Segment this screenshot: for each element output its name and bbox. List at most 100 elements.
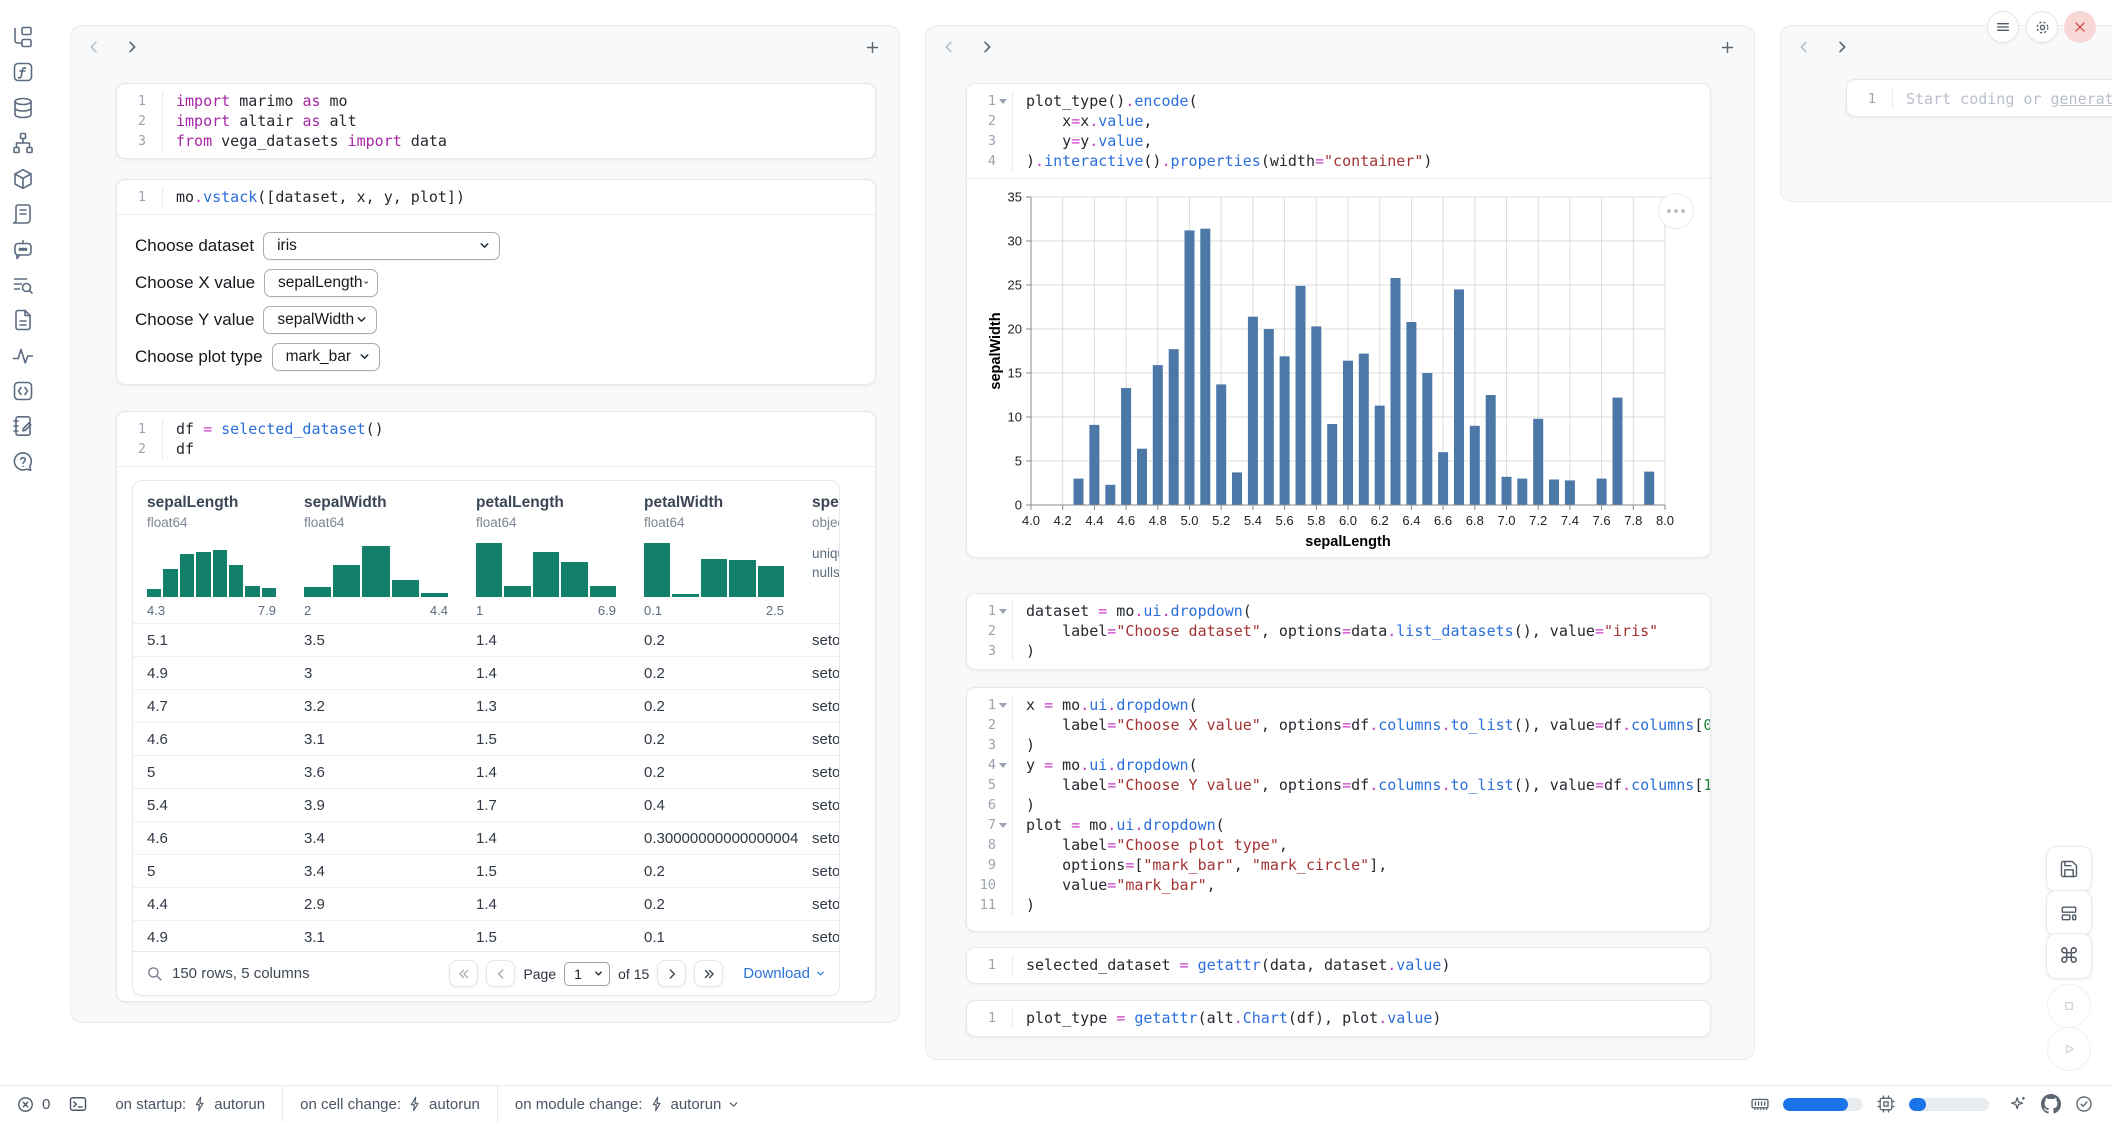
column-move-right-button[interactable]	[976, 36, 998, 58]
next-page-button[interactable]	[657, 960, 686, 987]
github-icon[interactable]	[2041, 1094, 2061, 1114]
add-cell-button[interactable]	[1716, 36, 1738, 58]
on-module-change-setting[interactable]: on module change: autorun	[498, 1086, 757, 1122]
fold-chevron-icon[interactable]	[996, 700, 1008, 710]
column-meta: unique:nulls:	[812, 544, 840, 582]
column-move-left-button[interactable]	[1793, 36, 1815, 58]
code-line: 10 value="mark_bar",	[967, 875, 1710, 895]
scratchpad-icon[interactable]	[10, 413, 36, 439]
datasources-icon[interactable]	[10, 95, 36, 121]
variables-search-icon[interactable]	[10, 272, 36, 298]
chevron-right-icon	[1834, 39, 1850, 55]
chart-actions-button[interactable]	[1658, 193, 1694, 229]
tracing-icon[interactable]	[10, 343, 36, 369]
table-column-header[interactable]: sepalWidthfloat6424.4	[290, 481, 462, 623]
table-column-header[interactable]: sepalLengthfloat644.37.9	[133, 481, 290, 623]
dropdown-label: Choose plot type	[135, 347, 263, 367]
svg-text:4.4: 4.4	[1085, 513, 1103, 528]
fold-chevron-icon[interactable]	[996, 760, 1008, 770]
code-editor[interactable]: 1x = mo.ui.dropdown(2 label="Choose X va…	[967, 688, 1710, 922]
on-module-change-label: on module change:	[515, 1096, 643, 1113]
ram-usage-meter[interactable]	[1783, 1098, 1863, 1111]
logs-icon[interactable]	[10, 201, 36, 227]
table-row[interactable]: 4.93.11.50.1setosa	[133, 920, 839, 953]
svg-text:4.6: 4.6	[1117, 513, 1135, 528]
new-cell-placeholder[interactable]: Start coding or generate with	[1893, 89, 2112, 109]
column-move-left-button[interactable]	[938, 36, 960, 58]
help-icon[interactable]	[10, 449, 36, 475]
altair-bar-chart[interactable]: 4.04.24.44.64.85.05.25.45.65.86.06.26.46…	[987, 189, 1710, 556]
fold-chevron-icon[interactable]	[996, 820, 1008, 830]
dropdown-select-choose-x-value[interactable]: sepalLength	[264, 269, 378, 297]
on-startup-label: on startup:	[115, 1096, 186, 1113]
svg-text:35: 35	[1008, 190, 1022, 205]
snippets-icon[interactable]	[10, 378, 36, 404]
table-row[interactable]: 4.931.40.2setosa	[133, 656, 839, 689]
marimo-app: 1import marimo as mo2import altair as al…	[0, 0, 2112, 1122]
documentation-icon[interactable]	[10, 307, 36, 333]
svg-text:4.0: 4.0	[1022, 513, 1040, 528]
last-page-button[interactable]	[694, 960, 723, 987]
on-cell-change-setting[interactable]: on cell change: autorun	[283, 1086, 497, 1122]
dropdown-select-choose-plot-type[interactable]: mark_bar	[272, 343, 380, 371]
dependency-graph-icon[interactable]	[10, 130, 36, 156]
code-editor[interactable]: 1df = selected_dataset()2df	[117, 412, 875, 466]
code-editor[interactable]: 1selected_dataset = getattr(data, datase…	[967, 948, 1710, 982]
code-editor[interactable]: 1plot_type().encode(2 x=x.value,3 y=y.va…	[967, 84, 1710, 178]
dropdown-select-choose-y-value[interactable]: sepalWidth	[263, 306, 377, 334]
first-page-button[interactable]	[449, 960, 478, 987]
column-move-right-button[interactable]	[1831, 36, 1853, 58]
table-cell: setosa	[798, 731, 840, 748]
cpu-usage-meter[interactable]	[1909, 1098, 1989, 1111]
shutdown-button[interactable]	[2064, 11, 2096, 43]
table-row[interactable]: 4.42.91.40.2setosa	[133, 887, 839, 920]
layout-toggle-button[interactable]	[2046, 890, 2092, 936]
command-palette-button[interactable]: ⌘	[2046, 933, 2092, 979]
column-move-right-button[interactable]	[121, 36, 143, 58]
download-button[interactable]: Download	[743, 965, 826, 982]
add-cell-button[interactable]	[861, 36, 883, 58]
run-all-button[interactable]	[2047, 1027, 2091, 1071]
dropdown-select-choose-dataset[interactable]: iris	[263, 232, 500, 260]
previous-page-button[interactable]	[486, 960, 515, 987]
table-row[interactable]: 5.43.91.70.4setosa	[133, 788, 839, 821]
command-icon: ⌘	[2059, 944, 2080, 969]
table-column-header[interactable]: petalWidthfloat640.12.5	[630, 481, 798, 623]
terminal-button[interactable]	[68, 1094, 98, 1114]
ai-sparkle-icon[interactable]	[2008, 1094, 2028, 1114]
chat-assistant-icon[interactable]	[10, 236, 36, 262]
table-row[interactable]: 4.73.21.30.2setosa	[133, 689, 839, 722]
settings-button[interactable]	[2026, 11, 2058, 43]
table-cell: 5	[133, 764, 290, 781]
stop-execution-button[interactable]	[2047, 984, 2091, 1028]
table-cell: setosa	[798, 863, 840, 880]
fold-chevron-icon[interactable]	[996, 96, 1008, 106]
code-editor[interactable]: 1dataset = mo.ui.dropdown(2 label="Choos…	[967, 594, 1710, 668]
save-notebook-button[interactable]	[2046, 846, 2092, 892]
line-number: 1	[967, 695, 1013, 715]
svg-text:7.8: 7.8	[1624, 513, 1642, 528]
code-editor[interactable]: 1plot_type = getattr(alt.Chart(df), plot…	[967, 1001, 1710, 1035]
table-row[interactable]: 5.13.51.40.2setosa	[133, 623, 839, 656]
code-editor[interactable]: 1mo.vstack([dataset, x, y, plot])	[117, 180, 875, 214]
code-editor[interactable]: 1import marimo as mo2import altair as al…	[117, 84, 875, 158]
column-move-left-button[interactable]	[83, 36, 105, 58]
functions-icon[interactable]	[10, 59, 36, 85]
table-cell: 5.4	[133, 797, 290, 814]
packages-icon[interactable]	[10, 166, 36, 192]
on-startup-setting[interactable]: on startup: autorun	[98, 1086, 282, 1122]
table-column-header[interactable]: speciesobjectunique:nulls:	[798, 481, 840, 623]
file-explorer-icon[interactable]	[10, 24, 36, 50]
errors-indicator[interactable]: 0	[16, 1095, 68, 1114]
page-select[interactable]: 1	[564, 962, 610, 986]
table-row[interactable]: 4.63.41.40.30000000000000004setosa	[133, 821, 839, 854]
fold-chevron-icon[interactable]	[996, 606, 1008, 616]
notebook-menu-button[interactable]	[1987, 11, 2019, 43]
table-row[interactable]: 53.41.50.2setosa	[133, 854, 839, 887]
search-icon[interactable]	[146, 965, 163, 982]
table-row[interactable]: 4.63.11.50.2setosa	[133, 722, 839, 755]
connection-status-icon[interactable]	[2074, 1094, 2094, 1114]
code-line: 3)	[967, 735, 1710, 755]
table-column-header[interactable]: petalLengthfloat6416.9	[462, 481, 630, 623]
table-row[interactable]: 53.61.40.2setosa	[133, 755, 839, 788]
